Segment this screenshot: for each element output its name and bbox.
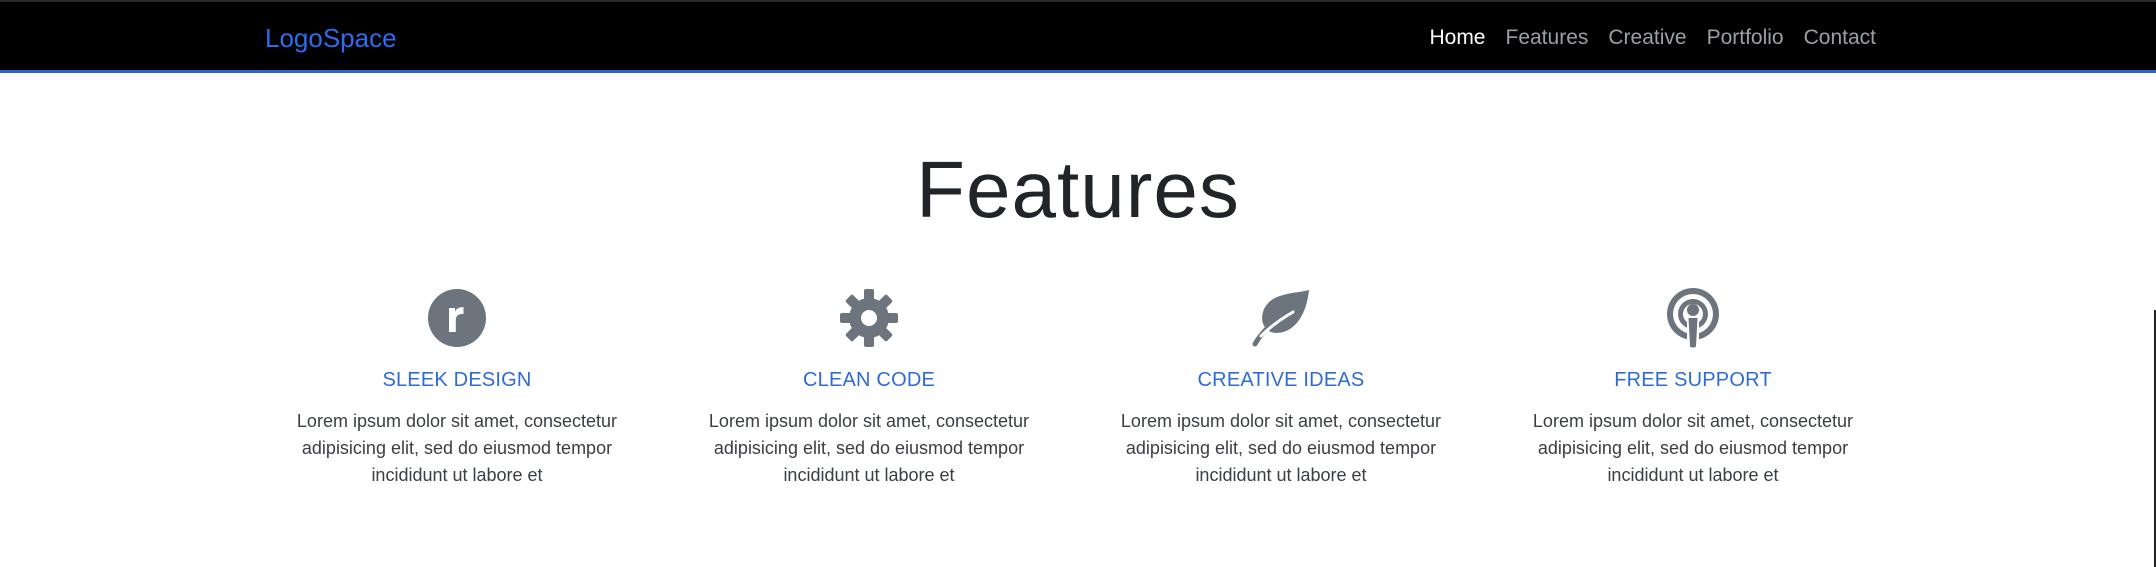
feature-description: Lorem ipsum dolor sit amet, consectetur … bbox=[296, 411, 618, 485]
leaf-icon bbox=[1249, 286, 1313, 350]
nav-link-creative[interactable]: Creative bbox=[1608, 23, 1686, 53]
feature-description: Lorem ipsum dolor sit amet, consectetur … bbox=[708, 411, 1030, 485]
r-circle-icon bbox=[425, 286, 489, 350]
nav-link-contact[interactable]: Contact bbox=[1804, 23, 1876, 53]
feature-title: CLEAN CODE bbox=[802, 369, 936, 391]
feature-title: FREE SUPPORT bbox=[1614, 369, 1772, 391]
feature-description: Lorem ipsum dolor sit amet, consectetur … bbox=[1532, 411, 1854, 485]
feature-card-free-support: FREE SUPPORT Lorem ipsum dolor sit amet,… bbox=[1523, 286, 1863, 489]
features-section-title: Features bbox=[916, 145, 1240, 234]
feature-title: CREATIVE IDEAS bbox=[1197, 369, 1365, 391]
nav-link-home[interactable]: Home bbox=[1429, 23, 1485, 53]
feature-card-sleek-design: SLEEK DESIGN Lorem ipsum dolor sit amet,… bbox=[287, 286, 627, 489]
feature-card-clean-code: CLEAN CODE Lorem ipsum dolor sit amet, c… bbox=[699, 286, 1039, 489]
gear-icon bbox=[837, 286, 901, 350]
brand-logo-link[interactable]: LogoSpace bbox=[265, 22, 397, 54]
nav-link-features[interactable]: Features bbox=[1506, 23, 1589, 53]
feature-card-creative-ideas: CREATIVE IDEAS Lorem ipsum dolor sit ame… bbox=[1111, 286, 1451, 489]
feature-title: SLEEK DESIGN bbox=[382, 369, 532, 391]
nav-links: Home Features Creative Portfolio Contact bbox=[1409, 23, 1876, 53]
nav-link-portfolio[interactable]: Portfolio bbox=[1707, 23, 1784, 53]
feature-description: Lorem ipsum dolor sit amet, consectetur … bbox=[1120, 411, 1442, 485]
top-navbar: LogoSpace Home Features Creative Portfol… bbox=[0, 0, 2156, 73]
podcast-icon bbox=[1661, 286, 1725, 350]
